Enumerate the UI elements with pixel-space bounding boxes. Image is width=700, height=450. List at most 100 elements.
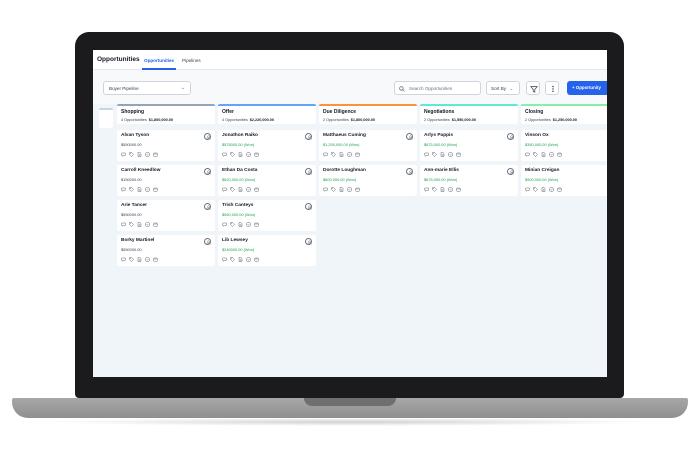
checkbox-icon[interactable] bbox=[347, 187, 352, 192]
avatar[interactable] bbox=[507, 168, 514, 175]
opportunity-card[interactable]: Arie Tancer $550000.00 bbox=[117, 200, 215, 231]
opportunity-card[interactable]: Trish Canteys $550,000.00 (Won) bbox=[218, 200, 316, 231]
checkbox-icon[interactable] bbox=[347, 152, 352, 157]
checkbox-icon[interactable] bbox=[448, 187, 453, 192]
avatar[interactable] bbox=[204, 238, 211, 245]
tag-icon[interactable] bbox=[129, 187, 134, 192]
tag-icon[interactable] bbox=[230, 257, 235, 262]
tag-icon[interactable] bbox=[533, 187, 538, 192]
document-icon[interactable] bbox=[137, 152, 142, 157]
checkbox-icon[interactable] bbox=[246, 257, 251, 262]
calendar-icon[interactable] bbox=[557, 152, 562, 157]
opportunity-card[interactable]: Ethan Da Costa $820,000.00 (Won) bbox=[218, 165, 316, 196]
calendar-icon[interactable] bbox=[456, 152, 461, 157]
calendar-icon[interactable] bbox=[355, 187, 360, 192]
opportunity-card[interactable]: Dorotte Loughman $600,000.00 (Won) bbox=[319, 165, 417, 196]
checkbox-icon[interactable] bbox=[246, 152, 251, 157]
chat-icon[interactable] bbox=[121, 187, 126, 192]
chat-icon[interactable] bbox=[222, 222, 227, 227]
avatar[interactable] bbox=[305, 168, 312, 175]
checkbox-icon[interactable] bbox=[145, 222, 150, 227]
document-icon[interactable] bbox=[238, 187, 243, 192]
calendar-icon[interactable] bbox=[557, 187, 562, 192]
checkbox-icon[interactable] bbox=[145, 187, 150, 192]
opportunity-card[interactable]: Matthaeus Cuming $1,200,000.00 (Won) bbox=[319, 130, 417, 161]
add-opportunity-button[interactable]: + Opportunity bbox=[567, 81, 607, 95]
opportunity-card[interactable]: Lib Lewsey $240000.00 (Won) bbox=[218, 235, 316, 266]
tag-icon[interactable] bbox=[230, 152, 235, 157]
document-icon[interactable] bbox=[137, 222, 142, 227]
checkbox-icon[interactable] bbox=[549, 152, 554, 157]
filter-button[interactable] bbox=[526, 81, 540, 95]
more-options-button[interactable] bbox=[545, 81, 559, 95]
tab-opportunities[interactable]: Opportunities bbox=[144, 58, 174, 63]
document-icon[interactable] bbox=[137, 187, 142, 192]
chat-icon[interactable] bbox=[222, 152, 227, 157]
calendar-icon[interactable] bbox=[254, 222, 259, 227]
chat-icon[interactable] bbox=[323, 152, 328, 157]
chat-icon[interactable] bbox=[222, 257, 227, 262]
checkbox-icon[interactable] bbox=[246, 187, 251, 192]
checkbox-icon[interactable] bbox=[549, 187, 554, 192]
tag-icon[interactable] bbox=[230, 222, 235, 227]
avatar[interactable] bbox=[204, 133, 211, 140]
document-icon[interactable] bbox=[440, 152, 445, 157]
opportunity-card[interactable]: Ann-marie Ellis $675,000.00 (Won) bbox=[420, 165, 518, 196]
tag-icon[interactable] bbox=[331, 152, 336, 157]
chat-icon[interactable] bbox=[424, 152, 429, 157]
calendar-icon[interactable] bbox=[153, 187, 158, 192]
tag-icon[interactable] bbox=[129, 152, 134, 157]
tag-icon[interactable] bbox=[432, 187, 437, 192]
opportunity-card[interactable]: Borky Martinel $550000.00 bbox=[117, 235, 215, 266]
checkbox-icon[interactable] bbox=[145, 257, 150, 262]
chat-icon[interactable] bbox=[424, 187, 429, 192]
document-icon[interactable] bbox=[440, 187, 445, 192]
opportunity-card[interactable]: Minian Creigan $900,000.00 (Won) bbox=[521, 165, 607, 196]
document-icon[interactable] bbox=[541, 187, 546, 192]
collapsed-column[interactable] bbox=[99, 108, 113, 128]
search-input[interactable]: Search Opportunities bbox=[394, 81, 481, 95]
document-icon[interactable] bbox=[238, 152, 243, 157]
opportunity-card[interactable]: Carroll Kneedlow $150000.00 bbox=[117, 165, 215, 196]
checkbox-icon[interactable] bbox=[246, 222, 251, 227]
avatar[interactable] bbox=[204, 168, 211, 175]
document-icon[interactable] bbox=[238, 257, 243, 262]
calendar-icon[interactable] bbox=[254, 152, 259, 157]
calendar-icon[interactable] bbox=[153, 152, 158, 157]
avatar[interactable] bbox=[305, 238, 312, 245]
tag-icon[interactable] bbox=[432, 152, 437, 157]
avatar[interactable] bbox=[406, 133, 413, 140]
calendar-icon[interactable] bbox=[153, 257, 158, 262]
calendar-icon[interactable] bbox=[254, 187, 259, 192]
chat-icon[interactable] bbox=[121, 152, 126, 157]
calendar-icon[interactable] bbox=[456, 187, 461, 192]
document-icon[interactable] bbox=[541, 152, 546, 157]
chat-icon[interactable] bbox=[121, 222, 126, 227]
tag-icon[interactable] bbox=[129, 222, 134, 227]
checkbox-icon[interactable] bbox=[145, 152, 150, 157]
document-icon[interactable] bbox=[339, 152, 344, 157]
opportunity-card[interactable]: Arlys Pappis $875,000.00 (Won) bbox=[420, 130, 518, 161]
tab-pipelines[interactable]: Pipelines bbox=[182, 58, 201, 63]
document-icon[interactable] bbox=[137, 257, 142, 262]
opportunity-card[interactable]: Vinson Ox $350,000.00 (Won) bbox=[521, 130, 607, 161]
tag-icon[interactable] bbox=[533, 152, 538, 157]
tag-icon[interactable] bbox=[129, 257, 134, 262]
document-icon[interactable] bbox=[339, 187, 344, 192]
opportunity-card[interactable]: Alvan Tyson $550000.00 bbox=[117, 130, 215, 161]
calendar-icon[interactable] bbox=[153, 222, 158, 227]
chat-icon[interactable] bbox=[525, 152, 530, 157]
sort-button[interactable]: Sort By ⌄ bbox=[486, 81, 520, 95]
avatar[interactable] bbox=[305, 203, 312, 210]
chat-icon[interactable] bbox=[323, 187, 328, 192]
avatar[interactable] bbox=[204, 203, 211, 210]
pipeline-select[interactable]: Buyer Pipeline ⌄ bbox=[103, 81, 191, 95]
avatar[interactable] bbox=[406, 168, 413, 175]
chat-icon[interactable] bbox=[525, 187, 530, 192]
checkbox-icon[interactable] bbox=[448, 152, 453, 157]
document-icon[interactable] bbox=[238, 222, 243, 227]
chat-icon[interactable] bbox=[121, 257, 126, 262]
tag-icon[interactable] bbox=[331, 187, 336, 192]
calendar-icon[interactable] bbox=[254, 257, 259, 262]
opportunity-card[interactable]: Jonathon Raiko $575000.00 (Won) bbox=[218, 130, 316, 161]
